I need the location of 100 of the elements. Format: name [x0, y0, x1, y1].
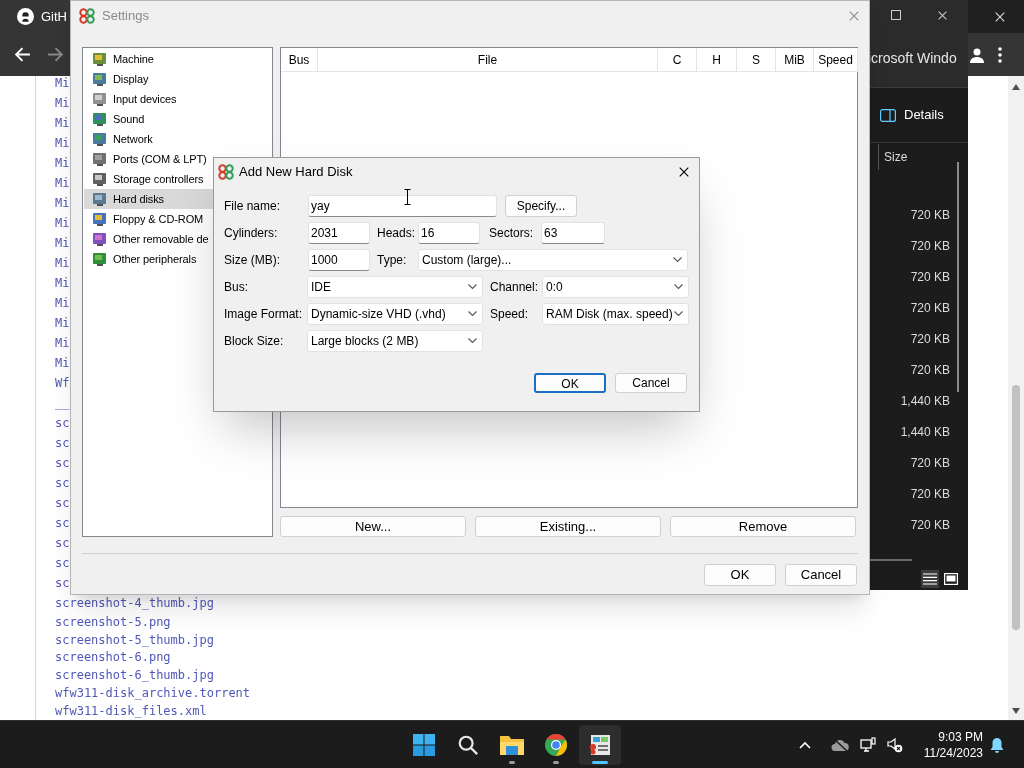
- more-menu-icon[interactable]: [998, 46, 1002, 63]
- text-field[interactable]: yay: [308, 194, 497, 217]
- specify-button[interactable]: Specify...: [505, 194, 577, 217]
- file-size: 720 KB: [910, 238, 950, 255]
- scrollbar-thumb[interactable]: [1012, 385, 1020, 630]
- list-button[interactable]: Existing...: [475, 516, 661, 537]
- file-link[interactable]: sc: [55, 496, 70, 510]
- file-link[interactable]: Mi: [55, 276, 70, 290]
- category-item[interactable]: Machine: [84, 49, 271, 69]
- chevron-down-icon: [468, 283, 477, 290]
- browser-tab[interactable]: GitH: [0, 0, 70, 33]
- text-field[interactable]: 63: [541, 221, 605, 244]
- device-icon: [92, 191, 108, 207]
- bell-icon[interactable]: [990, 736, 1004, 753]
- file-size: 720 KB: [910, 486, 950, 503]
- file-link[interactable]: Mi: [55, 296, 70, 310]
- file-link[interactable]: screenshot-6.png: [55, 650, 171, 665]
- file-link[interactable]: Mi: [55, 176, 70, 190]
- file-size: 720 KB: [910, 455, 950, 472]
- speaker-muted-icon[interactable]: [887, 736, 903, 753]
- column-header[interactable]: Bus: [281, 48, 318, 72]
- file-link[interactable]: sc: [55, 436, 70, 450]
- file-link[interactable]: screenshot-6_thumb.jpg: [55, 668, 214, 683]
- dropdown[interactable]: IDE: [307, 275, 483, 298]
- file-link[interactable]: sc: [55, 416, 70, 430]
- details-button[interactable]: Details: [904, 105, 944, 125]
- file-link[interactable]: sc: [55, 456, 70, 470]
- text-field[interactable]: 2031: [308, 221, 370, 244]
- dialog-button[interactable]: Cancel: [785, 564, 857, 586]
- details-pane-icon[interactable]: [880, 108, 896, 122]
- dropdown[interactable]: 0:0: [542, 275, 689, 298]
- text-field[interactable]: 1000: [308, 248, 370, 271]
- column-header[interactable]: MiB: [776, 48, 814, 72]
- forward-arrow-icon[interactable]: [47, 46, 64, 63]
- file-link[interactable]: Mi: [55, 196, 70, 210]
- category-item[interactable]: Input devices: [84, 89, 271, 109]
- scroll-down-icon[interactable]: [1012, 708, 1020, 714]
- scrollbar[interactable]: [1008, 76, 1024, 720]
- column-header[interactable]: H: [697, 48, 737, 72]
- cloud-off-icon[interactable]: [831, 737, 849, 752]
- file-link[interactable]: sc: [55, 476, 70, 490]
- scroll-up-icon[interactable]: [1012, 84, 1020, 90]
- file-link[interactable]: sc: [55, 556, 70, 570]
- view-button[interactable]: [942, 570, 960, 588]
- category-item[interactable]: Display: [84, 69, 271, 89]
- view-button[interactable]: [921, 570, 939, 588]
- chevron-down-icon: [468, 337, 477, 344]
- file-link[interactable]: Mi: [55, 216, 70, 230]
- list-button[interactable]: New...: [280, 516, 466, 537]
- file-link[interactable]: wfw311-disk_archive.torrent: [55, 686, 251, 700]
- chevron-up-icon[interactable]: [799, 740, 811, 749]
- dropdown[interactable]: Large blocks (2 MB): [307, 329, 483, 352]
- dialog-button[interactable]: Cancel: [615, 373, 687, 393]
- file-link[interactable]: Mi: [55, 116, 70, 130]
- column-header[interactable]: S: [737, 48, 776, 72]
- file-link[interactable]: wfw311-disk_files.xml: [55, 703, 207, 718]
- column-header[interactable]: File: [318, 48, 658, 72]
- device-icon: [92, 251, 108, 267]
- close-icon[interactable]: [678, 166, 690, 178]
- file-link[interactable]: Mi: [55, 136, 70, 150]
- file-link[interactable]: Mi: [55, 316, 70, 330]
- file-link[interactable]: screenshot-5_thumb.jpg: [55, 632, 214, 647]
- chevron-down-icon: [674, 310, 683, 317]
- maximize-icon[interactable]: [891, 10, 901, 20]
- file-link[interactable]: sc: [55, 536, 70, 550]
- file-link[interactable]: Mi: [55, 236, 70, 250]
- file-link[interactable]: Wf: [55, 376, 70, 390]
- column-header[interactable]: C: [658, 48, 697, 72]
- dialog-button[interactable]: OK: [704, 564, 776, 586]
- device-icon: [92, 71, 108, 87]
- file-link[interactable]: Mi: [55, 336, 70, 350]
- file-link[interactable]: Mi: [55, 96, 70, 110]
- file-link[interactable]: Mi: [55, 76, 70, 90]
- field-label: Image Format:: [224, 305, 304, 323]
- network-icon[interactable]: [860, 736, 876, 753]
- category-item[interactable]: Sound: [84, 109, 271, 129]
- file-link[interactable]: screenshot-4_thumb.jpg: [55, 596, 214, 610]
- dropdown[interactable]: RAM Disk (max. speed): [542, 302, 689, 325]
- file-size: 1,440 KB: [900, 393, 950, 410]
- back-arrow-icon[interactable]: [14, 46, 31, 63]
- category-item[interactable]: Network: [84, 129, 271, 149]
- file-link[interactable]: Mi: [55, 156, 70, 170]
- text-field[interactable]: 16: [418, 221, 480, 244]
- file-link[interactable]: Mi: [55, 356, 70, 370]
- dropdown[interactable]: Dynamic-size VHD (.vhd): [307, 302, 483, 325]
- clock-date[interactable]: 11/24/2023: [923, 744, 983, 761]
- scrollbar-thumb[interactable]: [957, 162, 959, 392]
- file-link[interactable]: screenshot-5.png: [55, 614, 171, 629]
- dropdown[interactable]: Custom (large)...: [418, 248, 688, 271]
- file-link[interactable]: sc: [55, 576, 70, 590]
- list-button[interactable]: Remove: [670, 516, 856, 537]
- clock-time[interactable]: 9:03 PM: [938, 728, 983, 745]
- file-link[interactable]: sc: [55, 516, 70, 530]
- taskbar-button[interactable]: [579, 724, 621, 765]
- file-link[interactable]: __: [55, 396, 70, 410]
- file-link[interactable]: Mi: [55, 256, 70, 270]
- text-cursor-icon: [404, 189, 411, 205]
- profile-icon[interactable]: [969, 46, 985, 63]
- column-header[interactable]: Speed: [814, 48, 858, 72]
- dialog-button[interactable]: OK: [534, 373, 606, 393]
